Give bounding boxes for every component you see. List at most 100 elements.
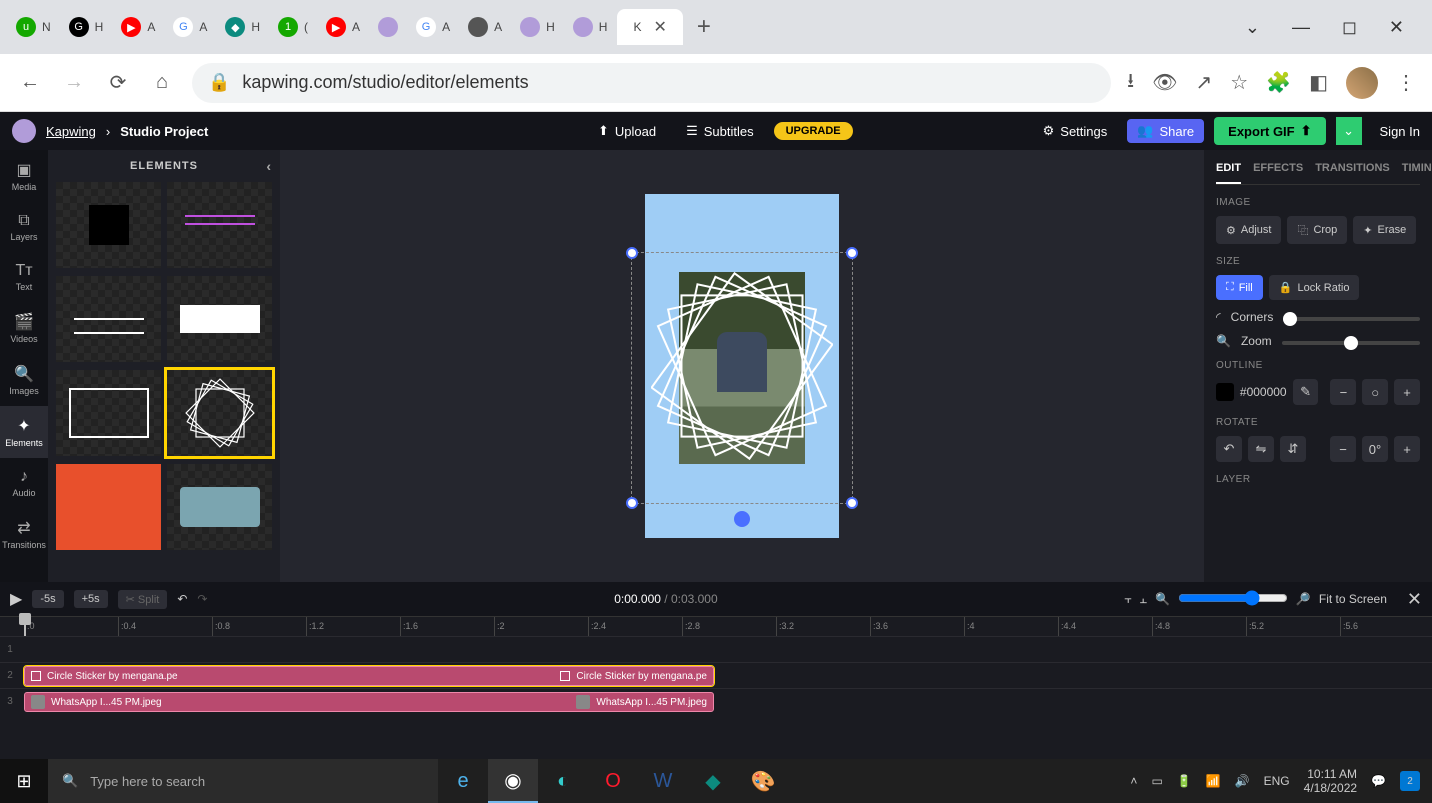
side-panel-icon[interactable]: ◧ bbox=[1309, 70, 1328, 95]
browser-tab[interactable]: 1( bbox=[270, 9, 316, 45]
incognito-icon[interactable]: 👁 bbox=[1152, 70, 1177, 95]
rotate-decrease[interactable]: − bbox=[1330, 436, 1356, 462]
rail-elements[interactable]: ✦Elements bbox=[0, 406, 48, 458]
home-button[interactable]: ⌂ bbox=[148, 69, 176, 97]
download-icon[interactable]: ⭳ bbox=[1127, 66, 1134, 100]
tray-volume-icon[interactable]: 🔊 bbox=[1235, 774, 1250, 788]
taskbar-paint[interactable]: 🎨 bbox=[738, 759, 788, 803]
browser-tab[interactable]: ▶A bbox=[113, 9, 163, 45]
flip-h-button[interactable]: ⇋ bbox=[1248, 436, 1274, 462]
signin-link[interactable]: Sign In bbox=[1380, 124, 1420, 139]
tab-effects[interactable]: EFFECTS bbox=[1253, 158, 1303, 184]
eyedropper-icon[interactable]: ✎ bbox=[1293, 379, 1319, 405]
resize-handle-bl[interactable] bbox=[626, 497, 638, 509]
track-row[interactable]: 1 bbox=[0, 636, 1432, 662]
subtitles-button[interactable]: ☰Subtitles bbox=[676, 119, 764, 143]
start-button[interactable]: ⊞ bbox=[0, 759, 48, 803]
element-thumb-selected[interactable] bbox=[167, 370, 272, 456]
outline-color-chip[interactable] bbox=[1216, 383, 1234, 401]
taskbar-search[interactable]: 🔍 Type here to search bbox=[48, 759, 438, 803]
new-tab-button[interactable]: + bbox=[685, 13, 723, 41]
element-thumb[interactable] bbox=[56, 464, 161, 550]
rail-images[interactable]: 🔍Images bbox=[0, 354, 48, 406]
close-timeline-icon[interactable]: ✕ bbox=[1407, 589, 1422, 610]
browser-tab[interactable] bbox=[370, 9, 406, 45]
upgrade-button[interactable]: UPGRADE bbox=[774, 122, 853, 140]
tabs-dropdown-icon[interactable]: ⌄ bbox=[1245, 17, 1260, 38]
share-page-icon[interactable]: ↗ bbox=[1195, 70, 1212, 95]
element-thumb[interactable] bbox=[167, 464, 272, 550]
element-thumb[interactable] bbox=[56, 182, 161, 268]
browser-tab[interactable]: ▶A bbox=[318, 9, 368, 45]
split-button[interactable]: ✂ Split bbox=[118, 590, 168, 609]
notification-badge[interactable]: 2 bbox=[1400, 771, 1420, 791]
timeline-zoom-slider[interactable] bbox=[1178, 590, 1288, 606]
taskbar-filmora[interactable]: ◆ bbox=[688, 759, 738, 803]
tray-lang[interactable]: ENG bbox=[1264, 774, 1290, 788]
browser-tab-active[interactable]: K✕ bbox=[617, 9, 682, 45]
resize-handle-br[interactable] bbox=[846, 497, 858, 509]
minus-5s-button[interactable]: -5s bbox=[32, 590, 63, 608]
browser-tab[interactable]: GA bbox=[408, 9, 458, 45]
rail-transitions[interactable]: ⇄Transitions bbox=[0, 508, 48, 560]
timeline-clip[interactable]: WhatsApp I...45 PM.jpeg WhatsApp I...45 … bbox=[24, 692, 714, 712]
tray-notifications-icon[interactable]: 💬 bbox=[1371, 774, 1386, 788]
snap-icon[interactable]: ⫟ bbox=[1124, 592, 1131, 607]
crop-button[interactable]: ⿻Crop bbox=[1287, 216, 1347, 244]
canvas[interactable] bbox=[645, 194, 839, 538]
tab-edit[interactable]: EDIT bbox=[1216, 158, 1241, 184]
collapse-panel-icon[interactable]: ‹ bbox=[266, 158, 272, 174]
browser-tab[interactable]: GA bbox=[165, 9, 215, 45]
project-title[interactable]: Studio Project bbox=[120, 124, 208, 139]
minimize-icon[interactable]: — bbox=[1292, 17, 1310, 38]
breadcrumb-root[interactable]: Kapwing bbox=[46, 124, 96, 139]
rail-layers[interactable]: ⧉Layers bbox=[0, 202, 48, 252]
browser-tab[interactable]: H bbox=[512, 9, 563, 45]
tray-chevron-icon[interactable]: ˄ bbox=[1130, 774, 1137, 788]
rotate-increase[interactable]: + bbox=[1394, 436, 1420, 462]
taskbar-opera[interactable]: O bbox=[588, 759, 638, 803]
tray-meet-icon[interactable]: ▭ bbox=[1151, 774, 1162, 788]
rail-text[interactable]: TᴛText bbox=[0, 252, 48, 302]
adjust-button[interactable]: ⚙Adjust bbox=[1216, 216, 1281, 244]
resize-handle-tr[interactable] bbox=[846, 247, 858, 259]
zoom-in-icon[interactable]: 🔎 bbox=[1296, 592, 1311, 606]
maximize-icon[interactable]: ◻ bbox=[1342, 17, 1357, 38]
clip-checkbox[interactable] bbox=[560, 671, 570, 681]
taskbar-chrome[interactable]: ◉ bbox=[488, 759, 538, 803]
rail-videos[interactable]: 🎬Videos bbox=[0, 302, 48, 354]
timeline-clip[interactable]: Circle Sticker by mengana.pe Circle Stic… bbox=[24, 666, 714, 686]
play-button[interactable]: ▶ bbox=[10, 589, 22, 609]
element-thumb[interactable] bbox=[167, 182, 272, 268]
browser-tab[interactable]: GH bbox=[61, 9, 112, 45]
clip-checkbox[interactable] bbox=[31, 671, 41, 681]
selection-box[interactable] bbox=[631, 252, 853, 504]
taskbar-edge[interactable]: ◐ bbox=[538, 759, 588, 803]
erase-button[interactable]: ✦Erase bbox=[1353, 216, 1416, 244]
export-button[interactable]: Export GIF⬆ bbox=[1214, 117, 1325, 145]
settings-button[interactable]: ⚙Settings bbox=[1033, 119, 1118, 143]
fill-button[interactable]: ⛶Fill bbox=[1216, 275, 1263, 300]
undo-button[interactable]: ↶ bbox=[177, 592, 187, 606]
track-row[interactable]: 3 WhatsApp I...45 PM.jpeg WhatsApp I...4… bbox=[0, 688, 1432, 714]
reload-button[interactable]: ⟳ bbox=[104, 69, 132, 97]
flip-v-button[interactable]: ⇵ bbox=[1280, 436, 1306, 462]
element-thumb[interactable] bbox=[56, 276, 161, 362]
tab-timing[interactable]: TIMING bbox=[1402, 158, 1432, 184]
browser-tab[interactable]: A bbox=[460, 9, 510, 45]
export-dropdown[interactable]: ⌄ bbox=[1336, 117, 1362, 145]
url-input[interactable]: 🔒 kapwing.com/studio/editor/elements bbox=[192, 63, 1111, 103]
resize-handle-tl[interactable] bbox=[626, 247, 638, 259]
rotate-handle[interactable] bbox=[734, 511, 750, 527]
rotate-ccw-button[interactable]: ↶ bbox=[1216, 436, 1242, 462]
upload-button[interactable]: ⬆Upload bbox=[588, 119, 666, 143]
zoom-out-icon[interactable]: 🔍 bbox=[1155, 592, 1170, 606]
forward-button[interactable]: → bbox=[60, 69, 88, 97]
canvas-area[interactable] bbox=[280, 150, 1204, 582]
corners-slider[interactable] bbox=[1283, 310, 1420, 324]
taskbar-word[interactable]: W bbox=[638, 759, 688, 803]
track-row[interactable]: 2 Circle Sticker by mengana.pe Circle St… bbox=[0, 662, 1432, 688]
outline-decrease[interactable]: − bbox=[1330, 379, 1356, 405]
tray-clock[interactable]: 10:11 AM 4/18/2022 bbox=[1304, 767, 1357, 796]
rail-audio[interactable]: ♪Audio bbox=[0, 458, 48, 508]
